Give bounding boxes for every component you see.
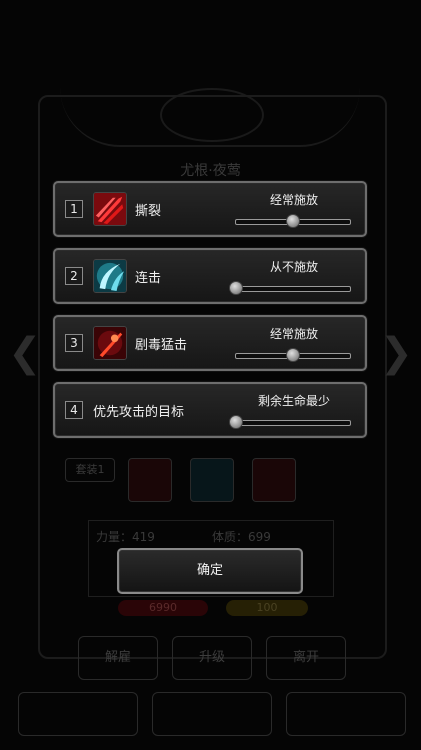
target-priority-value: 剩余生命最少 xyxy=(257,394,330,408)
stat-constitution: 体质：699 xyxy=(212,530,271,544)
bottom-button-2 xyxy=(152,692,272,736)
skill-index: 3 xyxy=(65,334,83,352)
cast-frequency-label: 经常施放 xyxy=(269,327,318,341)
skill-slot-3 xyxy=(252,458,296,502)
skill-name: 连击 xyxy=(135,271,162,286)
slider-thumb[interactable] xyxy=(286,214,300,228)
hp-bar: 6990 xyxy=(118,600,208,616)
skill-slot-1 xyxy=(128,458,172,502)
stat-strength: 力量：419 xyxy=(96,530,155,544)
poison-strike-red-icon xyxy=(93,326,127,360)
set-tag: 套装1 xyxy=(65,458,115,482)
target-priority-slider[interactable] xyxy=(229,415,351,429)
dismiss-button: 解雇 xyxy=(78,636,158,680)
bottom-button-3 xyxy=(286,692,406,736)
skill-name: 撕裂 xyxy=(135,204,162,219)
cast-frequency-label: 从不施放 xyxy=(269,260,318,274)
target-priority-row: 4 优先攻击的目标 剩余生命最少 xyxy=(53,382,367,438)
hero-name: 尤根·夜莺 xyxy=(180,163,241,179)
skill-index: 2 xyxy=(65,267,83,285)
confirm-button[interactable]: 确定 xyxy=(117,548,303,594)
skill-row-2: 2 连击 从不施放 xyxy=(53,248,367,304)
bottom-button-1 xyxy=(18,692,138,736)
cast-frequency-label: 经常施放 xyxy=(269,193,318,207)
row-index: 4 xyxy=(65,401,83,419)
target-priority-label: 优先攻击的目标 xyxy=(93,405,185,420)
next-hero-arrow-icon: ❯ xyxy=(379,330,413,376)
prev-hero-arrow-icon: ❮ xyxy=(8,330,42,376)
skill-row-1: 1 撕裂 经常施放 xyxy=(53,181,367,237)
slider-thumb[interactable] xyxy=(229,415,243,429)
skill-name: 剧毒猛击 xyxy=(135,338,188,353)
cast-frequency-slider[interactable] xyxy=(229,281,351,295)
skill-index: 1 xyxy=(65,200,83,218)
background-scene: 尤根·夜莺 ❮ ❯ 套装1 力量：419 体质：699 6990 100 解雇 … xyxy=(0,0,421,750)
cast-frequency-slider[interactable] xyxy=(235,214,351,228)
leave-button: 离开 xyxy=(266,636,346,680)
slider-thumb[interactable] xyxy=(286,348,300,362)
energy-bar: 100 xyxy=(226,600,308,616)
cast-frequency-slider[interactable] xyxy=(235,348,351,362)
upgrade-button: 升级 xyxy=(172,636,252,680)
blade-slash-cyan-icon xyxy=(93,259,127,293)
claw-slash-red-icon xyxy=(93,192,127,226)
skill-slot-2 xyxy=(190,458,234,502)
skill-row-3: 3 剧毒猛击 经常施放 xyxy=(53,315,367,371)
slider-thumb[interactable] xyxy=(229,281,243,295)
